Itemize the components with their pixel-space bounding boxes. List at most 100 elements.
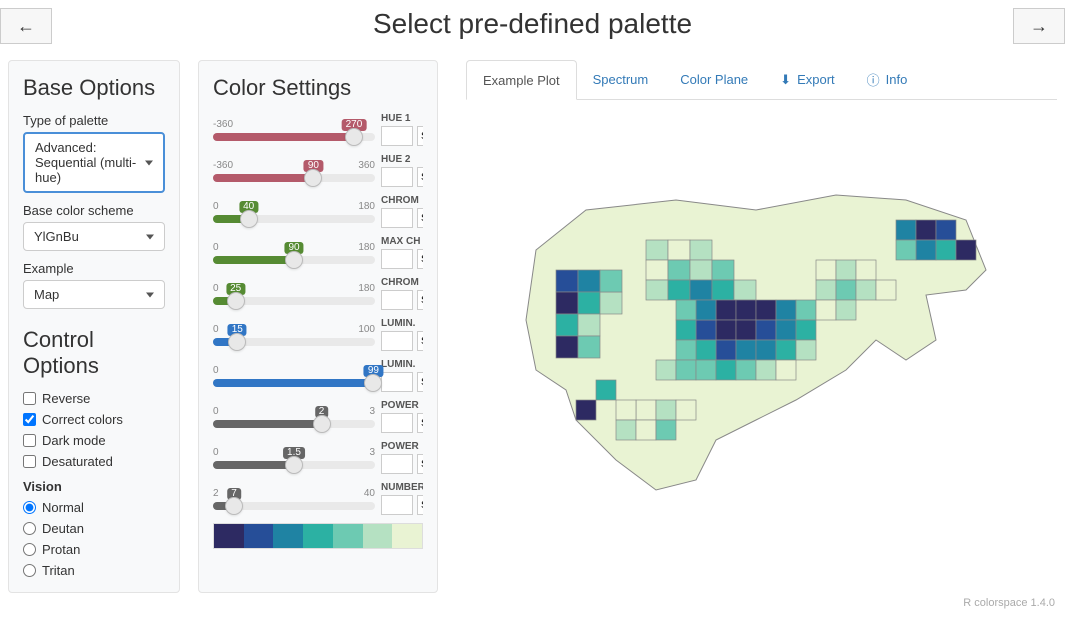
slider-set-button[interactable]: SET bbox=[417, 290, 423, 310]
slider-max: 360 bbox=[358, 160, 375, 171]
swatch bbox=[244, 524, 274, 548]
slider-max: 3 bbox=[369, 447, 375, 458]
scheme-select[interactable]: YlGnBu bbox=[23, 222, 165, 251]
slider-input[interactable] bbox=[381, 249, 413, 269]
base-options-heading: Base Options bbox=[23, 75, 165, 101]
slider-set-button[interactable]: SET bbox=[417, 167, 423, 187]
tab-spectrum[interactable]: Spectrum bbox=[577, 60, 665, 99]
slider-max: 3 bbox=[369, 406, 375, 417]
slider-max: 180 bbox=[358, 242, 375, 253]
slider-set-button[interactable]: SET bbox=[417, 454, 423, 474]
slider-input[interactable] bbox=[381, 495, 413, 515]
desaturated-checkbox[interactable] bbox=[23, 455, 36, 468]
footer-version: R colorspace 1.4.0 bbox=[0, 593, 1065, 613]
vision-label: Tritan bbox=[42, 563, 75, 578]
slider-label: MAX CH bbox=[381, 236, 423, 247]
slider-min: 0 bbox=[213, 365, 219, 376]
slider-chrom[interactable] bbox=[213, 297, 375, 305]
slider-input[interactable] bbox=[381, 331, 413, 351]
slider-label: POWER bbox=[381, 441, 423, 452]
slider-input[interactable] bbox=[381, 454, 413, 474]
correct-colors-checkbox[interactable] bbox=[23, 413, 36, 426]
color-settings-heading: Color Settings bbox=[213, 75, 423, 101]
desat-label: Desaturated bbox=[42, 454, 113, 469]
slider-label: LUMIN. bbox=[381, 359, 423, 370]
slider-label: POWER bbox=[381, 400, 423, 411]
slider-set-button[interactable]: SET bbox=[417, 126, 423, 146]
slider-max: 100 bbox=[358, 324, 375, 335]
vision-radio-tritan[interactable] bbox=[23, 564, 36, 577]
slider-min: -360 bbox=[213, 119, 233, 130]
slider-input[interactable] bbox=[381, 290, 413, 310]
swatch bbox=[392, 524, 422, 548]
reverse-label: Reverse bbox=[42, 391, 90, 406]
slider-min: 0 bbox=[213, 324, 219, 335]
swatch bbox=[214, 524, 244, 548]
slider-power[interactable] bbox=[213, 461, 375, 469]
scheme-label: Base color scheme bbox=[23, 203, 165, 218]
slider-set-button[interactable]: SET bbox=[417, 249, 423, 269]
map-svg bbox=[486, 140, 1006, 540]
vision-radio-deutan[interactable] bbox=[23, 522, 36, 535]
slider-set-button[interactable]: SET bbox=[417, 331, 423, 351]
vision-radio-normal[interactable] bbox=[23, 501, 36, 514]
vision-radio-protan[interactable] bbox=[23, 543, 36, 556]
dark-label: Dark mode bbox=[42, 433, 106, 448]
tab-label: Example Plot bbox=[483, 73, 560, 88]
chevron-down-icon bbox=[145, 160, 153, 165]
slider-min: 0 bbox=[213, 406, 219, 417]
tab-export[interactable]: ⬇ Export bbox=[764, 60, 850, 99]
slider-input[interactable] bbox=[381, 167, 413, 187]
download-icon: ⬇ bbox=[780, 72, 791, 88]
slider-min: 0 bbox=[213, 242, 219, 253]
swatch bbox=[333, 524, 363, 548]
tab-example-plot[interactable]: Example Plot bbox=[466, 60, 577, 100]
slider-label: HUE 2 bbox=[381, 154, 423, 165]
scheme-value: YlGnBu bbox=[34, 229, 79, 244]
vision-label: Protan bbox=[42, 542, 80, 557]
prev-button[interactable]: ← bbox=[0, 8, 52, 44]
example-value: Map bbox=[34, 287, 59, 302]
reverse-checkbox[interactable] bbox=[23, 392, 36, 405]
slider-lumin-[interactable] bbox=[213, 338, 375, 346]
slider-label: LUMIN. bbox=[381, 318, 423, 329]
example-label: Example bbox=[23, 261, 165, 276]
type-label: Type of palette bbox=[23, 113, 165, 128]
slider-min: 2 bbox=[213, 488, 219, 499]
next-button[interactable]: → bbox=[1013, 8, 1065, 44]
slider-input[interactable] bbox=[381, 126, 413, 146]
slider-max-ch[interactable] bbox=[213, 256, 375, 264]
slider-set-button[interactable]: SET bbox=[417, 413, 423, 433]
slider-max: 180 bbox=[358, 283, 375, 294]
slider-input[interactable] bbox=[381, 208, 413, 228]
slider-chrom[interactable] bbox=[213, 215, 375, 223]
page-title: Select pre-defined palette bbox=[373, 8, 692, 40]
example-plot-area bbox=[466, 100, 1057, 580]
correct-label: Correct colors bbox=[42, 412, 123, 427]
tab-label: Export bbox=[797, 72, 835, 87]
palette-preview bbox=[213, 523, 423, 549]
chevron-down-icon bbox=[146, 292, 154, 297]
slider-lumin-[interactable] bbox=[213, 379, 375, 387]
slider-input[interactable] bbox=[381, 413, 413, 433]
slider-label: NUMBER bbox=[381, 482, 423, 493]
slider-power[interactable] bbox=[213, 420, 375, 428]
slider-set-button[interactable]: SET bbox=[417, 495, 423, 515]
slider-set-button[interactable]: SET bbox=[417, 372, 423, 392]
swatch bbox=[363, 524, 393, 548]
tab-info[interactable]: ⓘInfo bbox=[851, 60, 924, 99]
slider-input[interactable] bbox=[381, 372, 413, 392]
slider-hue-1[interactable] bbox=[213, 133, 375, 141]
slider-label: CHROM bbox=[381, 277, 423, 288]
type-select[interactable]: Advanced: Sequential (multi-hue) bbox=[23, 132, 165, 193]
slider-min: -360 bbox=[213, 160, 233, 171]
slider-hue-2[interactable] bbox=[213, 174, 375, 182]
example-select[interactable]: Map bbox=[23, 280, 165, 309]
dark-mode-checkbox[interactable] bbox=[23, 434, 36, 447]
slider-set-button[interactable]: SET bbox=[417, 208, 423, 228]
type-value: Advanced: Sequential (multi-hue) bbox=[35, 140, 136, 185]
slider-number[interactable] bbox=[213, 502, 375, 510]
chevron-down-icon bbox=[146, 234, 154, 239]
tab-color-plane[interactable]: Color Plane bbox=[664, 60, 764, 99]
tab-label: Info bbox=[886, 72, 908, 87]
